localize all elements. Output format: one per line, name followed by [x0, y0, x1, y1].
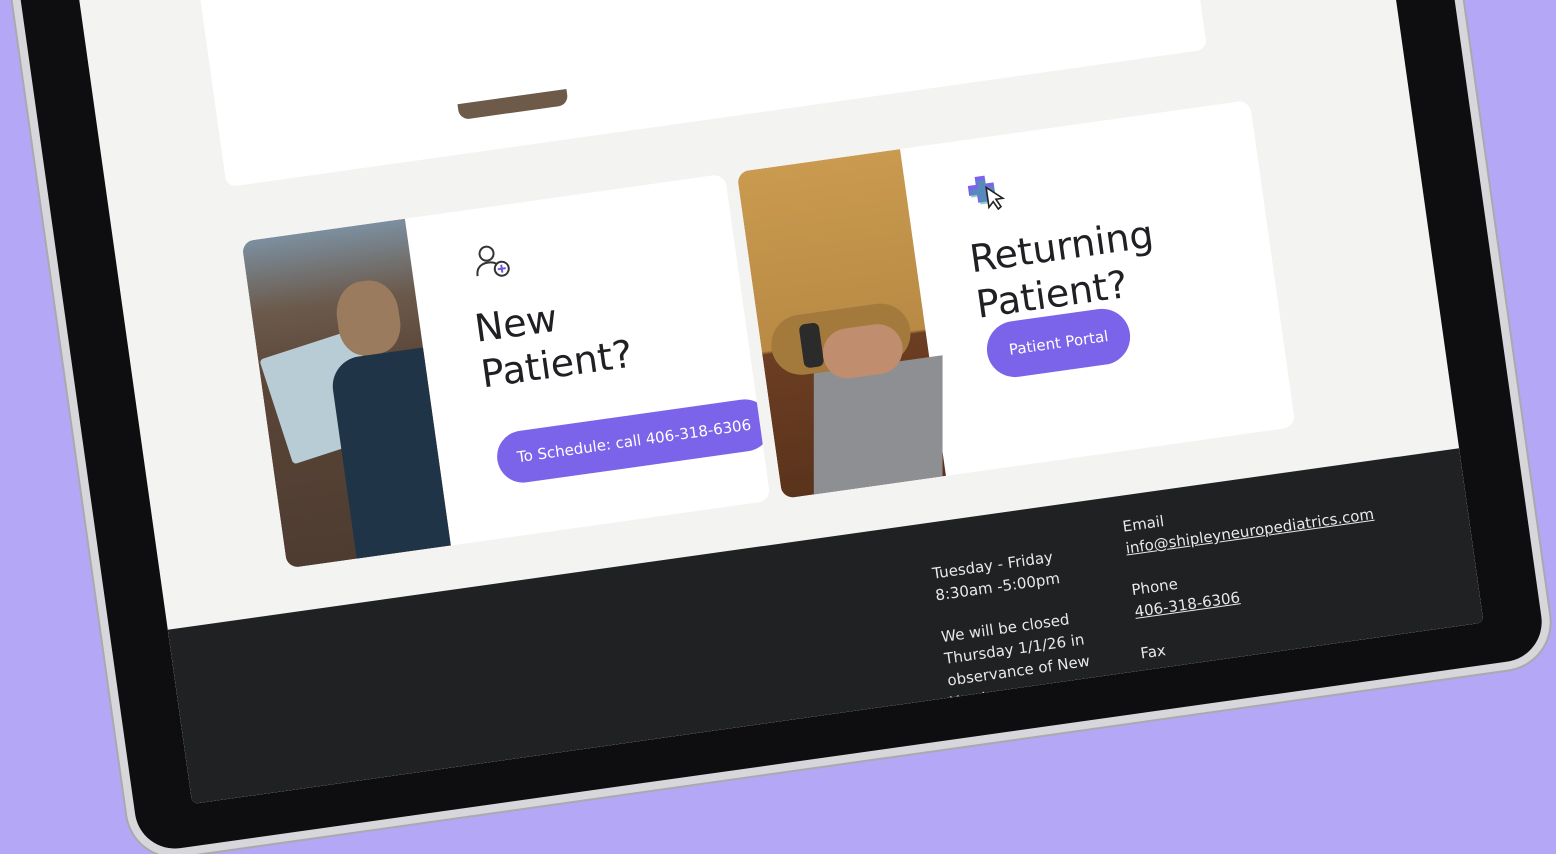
- schedule-call-button[interactable]: To Schedule: call 406-318-6306: [493, 396, 771, 486]
- office-hours: Tuesday - Friday 8:30am -5:00pm We will …: [931, 536, 1140, 713]
- user-plus-icon: [476, 245, 510, 277]
- child-with-map-photo: [241, 218, 451, 569]
- contact-info: Email info@shipleyneuropediatrics.com Ph…: [1121, 474, 1439, 664]
- new-patient-heading: New Patient?: [471, 295, 636, 397]
- new-patient-card: New Patient? To Schedule: call 406-318-6…: [241, 173, 771, 569]
- returning-patient-heading: Returning Patient?: [966, 211, 1157, 327]
- laptop-in-photo: [813, 355, 943, 495]
- child-jacket: [328, 347, 451, 559]
- top-card-image-edge: [457, 88, 569, 121]
- returning-patient-content: Returning Patient? Patient Portal: [940, 103, 1276, 471]
- new-patient-content: New Patient? To Schedule: call 406-318-6…: [444, 177, 771, 540]
- returning-patient-card: Returning Patient? Patient Portal: [736, 99, 1296, 499]
- laptop-device: New Patient? To Schedule: call 406-318-6…: [0, 0, 1547, 854]
- medical-cross-cursor-icon: [967, 175, 1006, 211]
- webpage-screen: New Patient? To Schedule: call 406-318-6…: [56, 0, 1484, 804]
- laptop-typing-photo: [736, 149, 946, 499]
